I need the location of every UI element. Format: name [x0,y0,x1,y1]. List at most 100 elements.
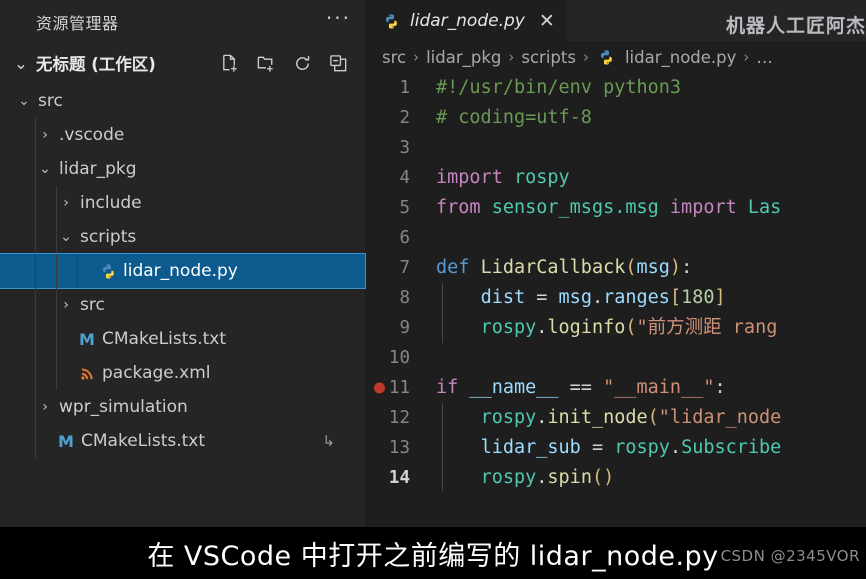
chevron-right-icon[interactable]: › [35,399,55,415]
indent-guide [35,186,36,220]
line-number: 13 [388,438,410,458]
breadcrumb-item[interactable]: … [756,48,773,67]
code-token: . [669,437,682,458]
breadcrumb-separator: › [743,48,750,66]
code-token: rospy [480,467,537,488]
chevron-down-icon[interactable]: ⌄ [56,229,76,245]
code-line[interactable]: 6 [366,223,866,253]
line-number: 2 [399,108,410,128]
code-line[interactable]: 12 rospy.init_node("lidar_node [366,403,866,433]
breakpoint-icon[interactable] [374,382,385,394]
indent-guide [35,322,36,356]
chevron-right-icon[interactable]: › [35,127,55,143]
code-line[interactable]: 8 dist = msg.ranges[180] [366,283,866,313]
tree-item-label: lidar_node.py [123,261,238,281]
code-token: == [558,377,604,398]
code-token: . [536,467,548,488]
code-token: ( [625,317,637,338]
file-tree[interactable]: ⌄ src › .vscode ⌄ lidar_pkg › include ⌄ scripts li… [0,82,366,458]
tree-item-label: src [80,295,105,315]
code-token: if [436,377,459,398]
code-token: ] [714,287,726,308]
code-token: rospy [513,167,570,188]
more-actions-icon[interactable]: ··· [326,8,351,31]
indent-guide [77,254,78,288]
collapse-all-icon[interactable] [327,52,349,74]
code-line[interactable]: 2 # coding=utf-8 [366,103,866,133]
indent-guide [35,390,36,424]
tree-item-label: CMakeLists.txt [102,329,227,349]
breadcrumb-item[interactable]: src [382,48,406,67]
tab-lidar-node-py[interactable]: lidar_node.py ✕ [366,0,567,41]
new-file-icon[interactable] [219,52,241,74]
code-editor[interactable]: 1 #!/usr/bin/env python3 2 # coding=utf-8 3 4… [366,73,866,491]
tree-item-package-xml[interactable]: package.xml [0,356,365,390]
code-line[interactable]: 14 rospy.spin() [366,463,866,491]
code-token: rospy [480,317,537,338]
code-text: rospy.init_node("lidar_node [422,403,781,433]
new-folder-icon[interactable] [255,52,277,74]
indent-guide [56,220,57,254]
code-token: 180 [681,287,715,308]
code-line[interactable]: 13 lidar_sub = rospy.Subscribe [366,433,866,463]
chevron-right-icon[interactable]: › [56,297,76,313]
close-icon[interactable]: ✕ [533,10,555,32]
indent-guide [35,288,36,322]
code-token: [ [669,287,682,308]
tree-item-include[interactable]: › include [0,186,365,220]
breadcrumb[interactable]: src › lidar_pkg › scripts › lidar_node.py ›… [366,41,866,73]
code-line[interactable]: 9 rospy.loginfo("前方测距 rang [366,313,866,343]
code-token: ( [647,407,659,428]
code-token: rospy [480,407,537,428]
code-token: = [525,287,559,308]
chevron-down-icon[interactable]: ⌄ [14,54,36,73]
tree-item-lidar-pkg[interactable]: ⌄ lidar_pkg [0,152,365,186]
python-icon [380,13,402,30]
goto-arrow-icon[interactable]: ↳ [322,432,335,450]
workspace-root-row[interactable]: ⌄ 无标题 (工作区) [0,44,365,82]
code-token: import [669,197,737,218]
chevron-down-icon[interactable]: ⌄ [14,93,34,109]
indent-guide [442,313,443,343]
code-token: = [580,437,615,458]
tree-item--vscode[interactable]: › .vscode [0,118,365,152]
breadcrumb-item[interactable]: lidar_pkg [426,48,501,67]
line-number: 7 [399,258,410,278]
tree-item-lidar-node-py[interactable]: lidar_node.py [0,253,366,289]
chevron-right-icon[interactable]: › [56,195,76,211]
tree-item-src[interactable]: › src [0,288,365,322]
line-number: 8 [399,288,410,308]
indent-guide [35,220,36,254]
chevron-down-icon[interactable]: ⌄ [35,161,55,177]
breadcrumb-item[interactable]: scripts [521,48,576,67]
refresh-icon[interactable] [291,52,313,74]
breadcrumb-item[interactable]: lidar_node.py [625,48,736,67]
tree-item-label: scripts [80,227,137,247]
code-line[interactable]: 5 from sensor_msgs.msg import Las [366,193,866,223]
indent-guide [35,118,36,152]
tree-item-cmakelists-txt[interactable]: M CMakeLists.txt [0,322,365,356]
indent-guide [442,283,443,313]
python-icon [97,263,119,280]
code-text: if __name__ == "__main__": [422,373,726,403]
code-line[interactable]: 3 [366,133,866,163]
code-text: rospy.spin() [422,463,614,491]
code-line[interactable]: 7 def LidarCallback(msg): [366,253,866,283]
code-text: import rospy [422,163,570,193]
tree-item-scripts[interactable]: ⌄ scripts [0,220,365,254]
tree-item-wpr-simulation[interactable]: › wpr_simulation [0,390,365,424]
indent-guide [56,186,57,220]
indent-guide [56,322,57,356]
code-line[interactable]: 4 import rospy [366,163,866,193]
breadcrumb-separator: › [582,48,589,66]
tree-item-src[interactable]: ⌄ src [0,84,365,118]
code-line[interactable]: 11 if __name__ == "__main__": [366,373,866,403]
code-token: spin [547,467,592,488]
tree-item-cmakelists-txt[interactable]: M CMakeLists.txt ↳ [0,424,365,458]
code-line[interactable]: 1 #!/usr/bin/env python3 [366,73,866,103]
vscode-window: 资源管理器 ··· ⌄ 无标题 (工作区) ⌄ src › .vscode ⌄ … [0,0,866,579]
code-token: "前方测距 rang [636,317,778,338]
tree-item-label: src [38,91,63,111]
code-line[interactable]: 10 [366,343,866,373]
